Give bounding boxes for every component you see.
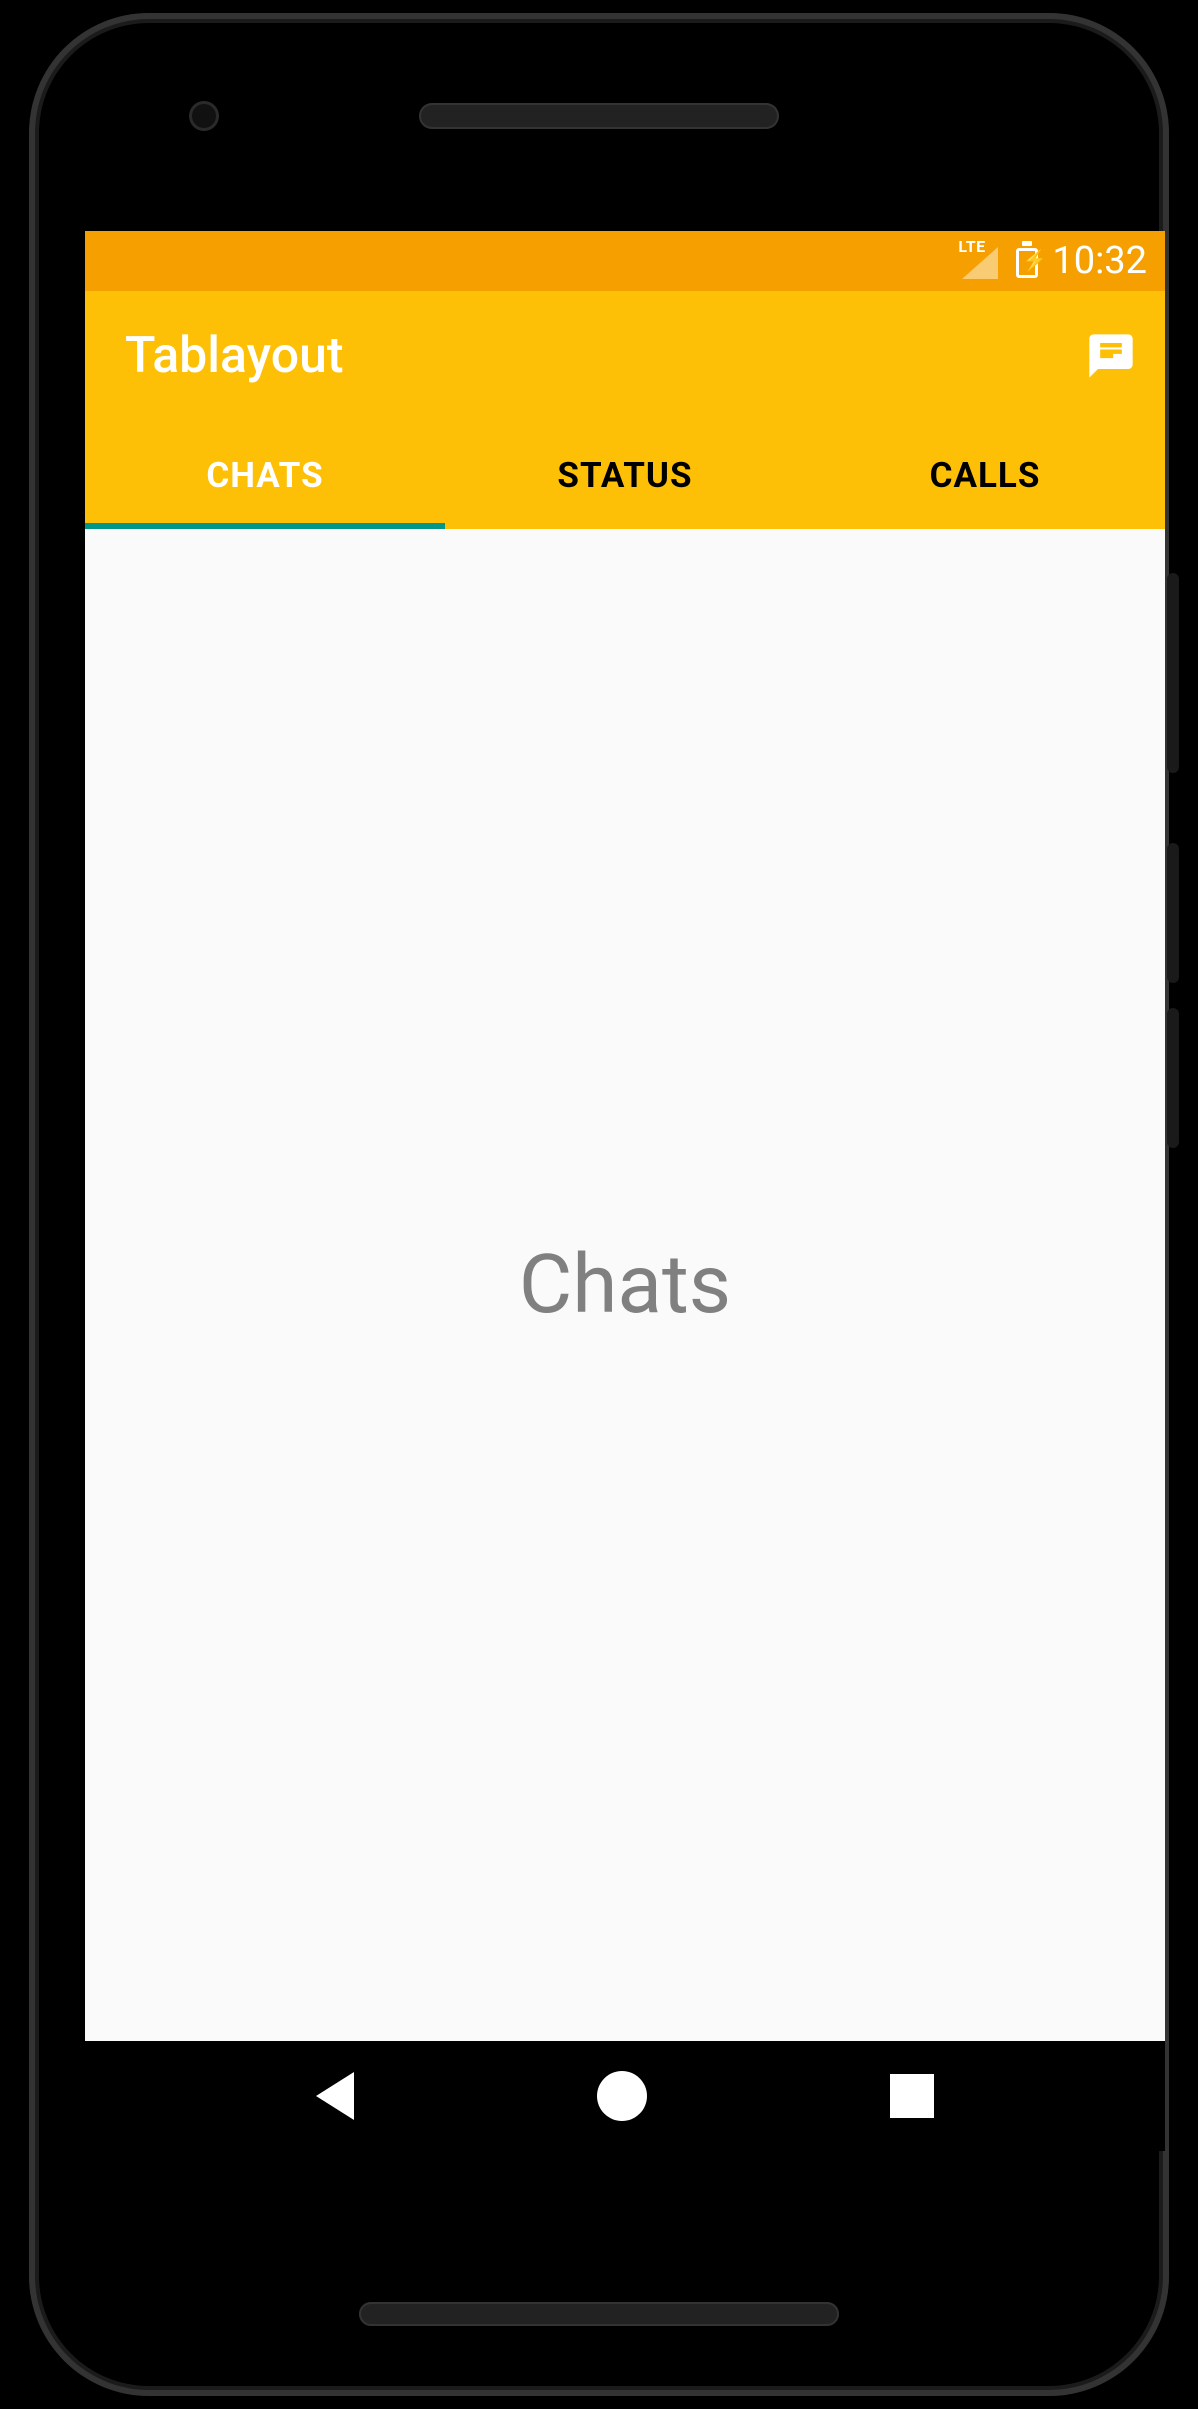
earpiece-speaker xyxy=(419,103,779,129)
screen: LTE ⚡ 10:32 Tablayout CHATS STATUS CALLS xyxy=(85,231,1165,2151)
power-button[interactable] xyxy=(1167,573,1179,773)
volume-up-button[interactable] xyxy=(1167,843,1179,983)
status-bar: LTE ⚡ 10:32 xyxy=(85,231,1165,291)
tab-calls[interactable]: CALLS xyxy=(805,421,1165,529)
content-heading: Chats xyxy=(519,1237,731,1333)
app-title: Tablayout xyxy=(125,327,1085,385)
chat-icon[interactable] xyxy=(1085,330,1137,382)
system-nav-bar xyxy=(85,2041,1165,2151)
front-camera xyxy=(189,101,219,131)
tab-bar: CHATS STATUS CALLS xyxy=(85,421,1165,529)
app-bar: Tablayout xyxy=(85,291,1165,421)
tab-chats[interactable]: CHATS xyxy=(85,421,445,529)
tab-content: Chats xyxy=(85,529,1165,2041)
signal-icon: LTE xyxy=(962,243,1002,279)
tab-status[interactable]: STATUS xyxy=(445,421,805,529)
volume-down-button[interactable] xyxy=(1167,1008,1179,1148)
nav-recent-icon[interactable] xyxy=(890,2074,934,2118)
nav-back-icon[interactable] xyxy=(316,2072,354,2120)
device-frame: LTE ⚡ 10:32 Tablayout CHATS STATUS CALLS xyxy=(29,13,1169,2396)
status-time: 10:32 xyxy=(1052,239,1147,283)
bottom-speaker xyxy=(359,2302,839,2326)
tab-indicator xyxy=(85,523,445,529)
battery-charging-icon: ⚡ xyxy=(1016,244,1038,278)
nav-home-icon[interactable] xyxy=(597,2071,647,2121)
